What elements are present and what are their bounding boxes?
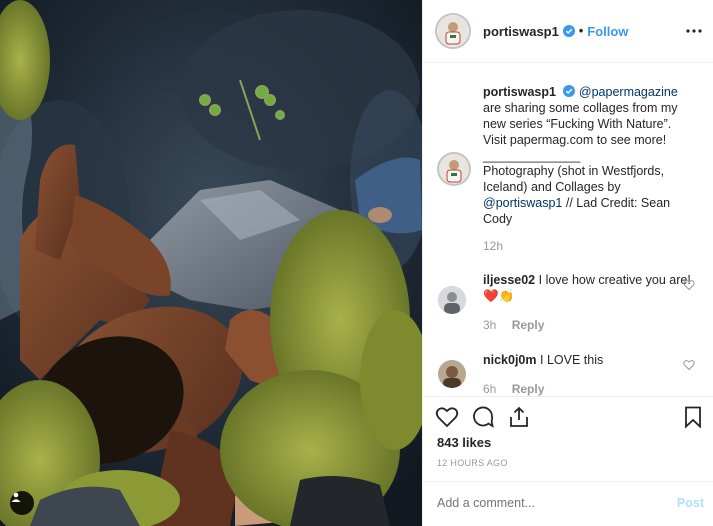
caption-username[interactable]: portiswasp1	[483, 85, 556, 99]
caption-age: 12h	[483, 239, 504, 253]
comment-avatar-image	[438, 286, 466, 314]
caption-text: portiswasp1 @papermagazine are sharing s…	[483, 84, 698, 164]
comment-username[interactable]: iljesse02	[483, 273, 535, 287]
caption-body-2: Photography (shot in Westfjords, Iceland…	[483, 164, 665, 194]
comment-body: I LOVE this	[540, 353, 604, 367]
user-tag-button[interactable]	[10, 491, 34, 515]
caption-divider: ______________	[483, 149, 581, 163]
author-avatar-image	[438, 16, 468, 46]
author-avatar[interactable]	[435, 13, 471, 49]
caption-text-2: Photography (shot in Westfjords, Iceland…	[483, 163, 698, 227]
post-comment-button[interactable]: Post	[677, 496, 704, 510]
caption-mention-link[interactable]: @papermagazine	[579, 85, 678, 99]
heart-icon[interactable]	[435, 405, 459, 429]
add-comment-input[interactable]	[437, 496, 657, 510]
comment-avatar-image	[438, 360, 466, 388]
bookmark-icon[interactable]	[681, 405, 705, 429]
post-modal: portiswasp1 • Follow portiswasp1 @paperm…	[0, 0, 713, 526]
comments-list[interactable]: portiswasp1 @papermagazine are sharing s…	[423, 64, 713, 396]
separator-dot: •	[578, 24, 584, 38]
more-options-icon	[686, 29, 702, 33]
verified-badge-icon	[562, 25, 575, 37]
share-icon[interactable]	[507, 405, 531, 429]
likes-count[interactable]: 843 likes	[437, 435, 491, 450]
follow-button[interactable]: Follow	[587, 24, 628, 39]
comment-composer: Post	[423, 481, 713, 526]
comment-avatar[interactable]	[438, 360, 466, 388]
reply-button[interactable]: Reply	[512, 382, 545, 396]
comment-icon[interactable]	[471, 405, 495, 429]
comment-like-icon[interactable]	[683, 279, 695, 291]
post-details-panel: portiswasp1 • Follow portiswasp1 @paperm…	[422, 0, 713, 526]
comment-text: iljesse02 I love how creative you are! ❤…	[483, 272, 698, 304]
post-timestamp[interactable]: 12 HOURS AGO	[437, 458, 508, 468]
author-username[interactable]: portiswasp1	[483, 24, 559, 39]
post-photo[interactable]	[0, 0, 422, 526]
comment-username[interactable]: nick0j0m	[483, 353, 537, 367]
comment-age: 3h	[483, 318, 497, 332]
user-tag-icon	[11, 492, 21, 502]
comment-like-icon[interactable]	[683, 359, 695, 371]
verified-badge-icon	[563, 85, 576, 97]
comment-meta: 6h Reply	[483, 382, 544, 396]
caption-avatar-image	[439, 154, 469, 184]
caption-mention-link-2[interactable]: @portiswasp1	[483, 196, 562, 210]
comment-text: nick0j0m I LOVE this	[483, 352, 698, 368]
comment-avatar[interactable]	[438, 286, 466, 314]
caption-avatar[interactable]	[437, 152, 471, 186]
reply-button[interactable]: Reply	[512, 318, 545, 332]
caption-body: are sharing some collages from my new se…	[483, 101, 678, 147]
comment-age: 6h	[483, 382, 497, 396]
comment-meta: 3h Reply	[483, 318, 544, 332]
post-header: portiswasp1 • Follow	[423, 0, 713, 63]
post-actions: 843 likes 12 HOURS AGO	[423, 396, 713, 480]
more-options-button[interactable]	[684, 21, 704, 41]
collage-image	[0, 0, 422, 526]
